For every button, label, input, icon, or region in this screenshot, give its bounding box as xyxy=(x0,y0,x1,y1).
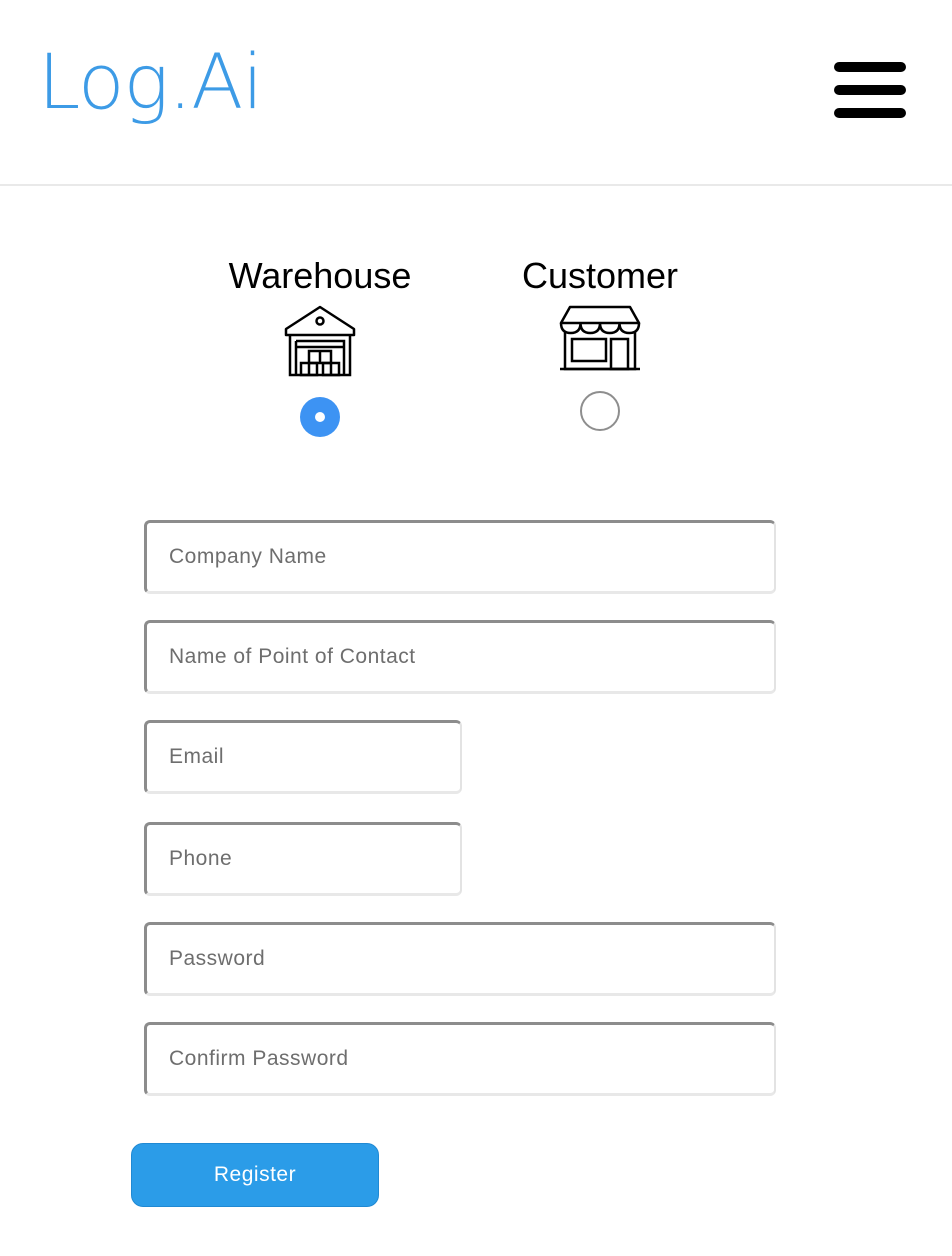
role-option-warehouse[interactable]: Warehouse xyxy=(220,255,420,437)
register-button[interactable]: Register xyxy=(131,1143,379,1207)
logo[interactable]: Log.Ai xyxy=(38,44,263,120)
role-option-customer[interactable]: Customer xyxy=(500,255,700,431)
role-label-warehouse: Warehouse xyxy=(228,255,412,296)
storefront-icon xyxy=(559,305,641,371)
confirm-password-input[interactable] xyxy=(144,1022,776,1096)
phone-input[interactable] xyxy=(144,822,462,896)
contact-name-input[interactable] xyxy=(144,620,776,694)
password-input[interactable] xyxy=(144,922,776,996)
role-radio-customer[interactable] xyxy=(580,391,620,431)
hamburger-menu-icon[interactable] xyxy=(834,62,906,118)
role-label-customer: Customer xyxy=(521,255,679,296)
email-input[interactable] xyxy=(144,720,462,794)
role-radio-warehouse[interactable] xyxy=(300,397,340,437)
warehouse-icon xyxy=(284,305,356,377)
company-name-input[interactable] xyxy=(144,520,776,594)
app-header: Log.Ai xyxy=(0,0,952,186)
